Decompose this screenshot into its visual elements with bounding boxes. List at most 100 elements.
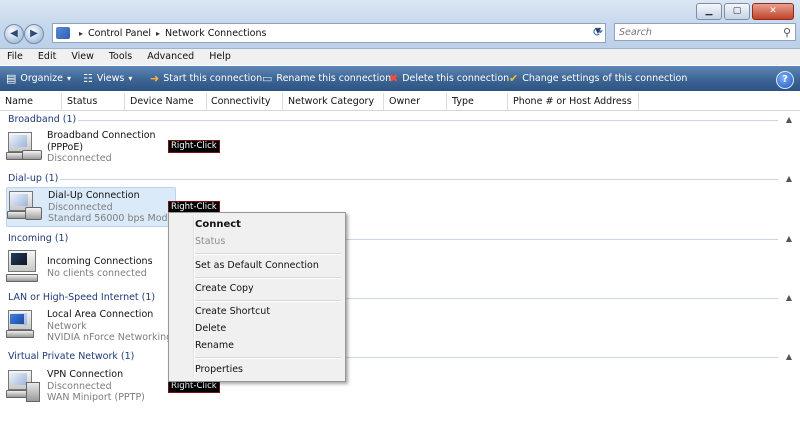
column-phone-host[interactable]: Phone # or Host Address — [513, 96, 632, 107]
menu-item-rename[interactable]: Rename — [195, 340, 234, 351]
menu-help[interactable]: Help — [202, 49, 239, 65]
menu-item-properties[interactable]: Properties — [195, 364, 243, 375]
connection-status: Disconnected — [47, 380, 112, 392]
column-owner[interactable]: Owner — [389, 96, 420, 107]
delete-icon: ✖ — [389, 71, 399, 85]
rename-connection-button[interactable]: ▭ Rename this connection — [262, 66, 391, 91]
column-device-name[interactable]: Device Name — [130, 96, 194, 107]
forward-button[interactable]: ▶ — [24, 24, 44, 44]
back-button[interactable]: ◀ — [4, 24, 24, 44]
menu-item-delete[interactable]: Delete — [195, 323, 226, 334]
rename-connection-label: Rename this connection — [276, 72, 392, 84]
chevron-down-icon: ▾ — [66, 73, 71, 83]
group-divider — [60, 179, 778, 180]
column-headers: Name Status Device Name Connectivity Net… — [0, 93, 800, 111]
list-item-dial-up[interactable]: Dial-Up Connection Disconnected Standard… — [6, 187, 183, 227]
context-menu: Connect Status Set as Default Connection… — [168, 212, 346, 382]
menu-item-set-default[interactable]: Set as Default Connection — [195, 260, 319, 271]
connection-name: Local Area Connection — [47, 309, 154, 320]
collapse-icon[interactable]: ▲ — [786, 293, 792, 302]
delete-connection-button[interactable]: ✖ Delete this connection — [389, 66, 509, 91]
search-icon[interactable]: ⚲ — [783, 24, 791, 42]
menu-item-create-shortcut[interactable]: Create Shortcut — [195, 306, 270, 317]
group-header-broadband[interactable]: Broadband (1) — [8, 114, 76, 125]
menu-separator — [195, 300, 341, 302]
breadcrumb-control-panel[interactable]: Control Panel — [88, 28, 151, 39]
close-button[interactable]: ✕ — [752, 3, 794, 20]
local-area-connection-icon — [6, 308, 40, 340]
connection-status: Disconnected — [47, 153, 112, 164]
search-placeholder: Search — [619, 27, 652, 38]
group-header-incoming[interactable]: Incoming (1) — [8, 233, 68, 244]
connection-status: No clients connected — [47, 267, 147, 279]
organize-button[interactable]: ▤ Organize ▾ — [6, 66, 71, 91]
arrow-right-icon: ➜ — [150, 71, 160, 85]
views-button[interactable]: ☷ Views ▾ — [83, 66, 132, 91]
menu-item-status: Status — [195, 236, 226, 247]
refresh-icon[interactable]: ⟳ — [590, 23, 606, 41]
connection-status: Disconnected — [48, 201, 113, 213]
control-panel-icon — [56, 27, 70, 39]
help-icon[interactable]: ? — [776, 71, 794, 89]
collapse-icon[interactable]: ▲ — [786, 234, 792, 243]
broadband-connection-icon — [6, 130, 42, 162]
menu-item-create-copy[interactable]: Create Copy — [195, 283, 254, 294]
column-connectivity[interactable]: Connectivity — [211, 96, 271, 107]
connection-name: Incoming Connections — [47, 256, 153, 267]
list-item-vpn[interactable]: VPN Connection Disconnected WAN Miniport… — [6, 368, 156, 404]
delete-connection-label: Delete this connection — [402, 72, 510, 84]
organize-icon: ▤ — [6, 71, 17, 85]
list-item-lan[interactable]: Local Area Connection Network NVIDIA nFo… — [6, 308, 184, 344]
views-label: Views — [96, 72, 125, 84]
group-header-vpn[interactable]: Virtual Private Network (1) — [8, 351, 134, 362]
collapse-icon[interactable]: ▲ — [786, 115, 792, 124]
search-input[interactable]: Search ⚲ — [614, 23, 796, 41]
start-connection-button[interactable]: ➜ Start this connection — [150, 66, 262, 91]
list-item-incoming[interactable]: Incoming Connections No clients connecte… — [6, 250, 156, 284]
column-status[interactable]: Status — [67, 96, 97, 107]
column-name[interactable]: Name — [5, 96, 33, 107]
group-header-lan[interactable]: LAN or High-Speed Internet (1) — [8, 292, 155, 303]
collapse-icon[interactable]: ▲ — [786, 352, 792, 361]
menu-separator — [195, 357, 341, 359]
chevron-down-icon: ▾ — [128, 73, 133, 83]
group-header-dial-up[interactable]: Dial-up (1) — [8, 173, 58, 184]
column-network-category[interactable]: Network Category — [288, 96, 374, 107]
breadcrumb-separator: ▸ — [79, 28, 84, 38]
connection-device: NVIDIA nForce Networking ... — [47, 332, 185, 343]
address-bar[interactable]: ▸ Control Panel ▸ Network Connections ▼ — [52, 23, 606, 43]
dial-up-connection-icon — [7, 188, 42, 220]
menu-view[interactable]: View — [64, 49, 102, 65]
menu-advanced[interactable]: Advanced — [140, 49, 202, 65]
right-click-annotation: Right-Click — [168, 140, 220, 153]
connection-device: Standard 56000 bps Modem — [48, 213, 183, 224]
breadcrumb-network-connections[interactable]: Network Connections — [165, 28, 266, 39]
group-divider — [344, 298, 778, 299]
minimize-button[interactable]: ▁ — [696, 3, 722, 20]
start-connection-label: Start this connection — [163, 72, 263, 84]
menu-item-connect[interactable]: Connect — [195, 219, 241, 230]
connection-device: WAN Miniport (PPTP) — [47, 392, 145, 403]
views-icon: ☷ — [83, 71, 93, 85]
list-item-broadband[interactable]: Broadband Connection (PPPoE) Disconnecte… — [6, 130, 156, 166]
group-divider — [344, 357, 778, 358]
connection-name-line2: (PPPoE) — [47, 141, 84, 153]
collapse-icon[interactable]: ▲ — [786, 174, 792, 183]
title-bar: ▁ ▢ ✕ ◀ ▶ ▸ Control Panel ▸ Network Conn… — [0, 0, 800, 49]
menu-bar: File Edit View Tools Advanced Help — [0, 49, 800, 65]
column-type[interactable]: Type — [452, 96, 474, 107]
rename-icon: ▭ — [262, 71, 273, 85]
menu-edit[interactable]: Edit — [31, 49, 64, 65]
connection-name: Broadband Connection — [47, 130, 156, 141]
menu-separator — [195, 253, 341, 255]
menu-tools[interactable]: Tools — [102, 49, 140, 65]
incoming-connections-icon — [6, 250, 40, 282]
vpn-connection-icon — [6, 368, 40, 402]
command-bar: ▤ Organize ▾ ☷ Views ▾ ➜ Start this conn… — [0, 66, 800, 91]
maximize-button[interactable]: ▢ — [724, 3, 750, 20]
connection-name: Dial-Up Connection — [48, 190, 140, 201]
menu-separator — [195, 277, 341, 279]
change-settings-button[interactable]: ✔ Change settings of this connection — [509, 66, 687, 91]
menu-file[interactable]: File — [0, 49, 31, 65]
checkmark-icon: ✔ — [509, 71, 519, 85]
